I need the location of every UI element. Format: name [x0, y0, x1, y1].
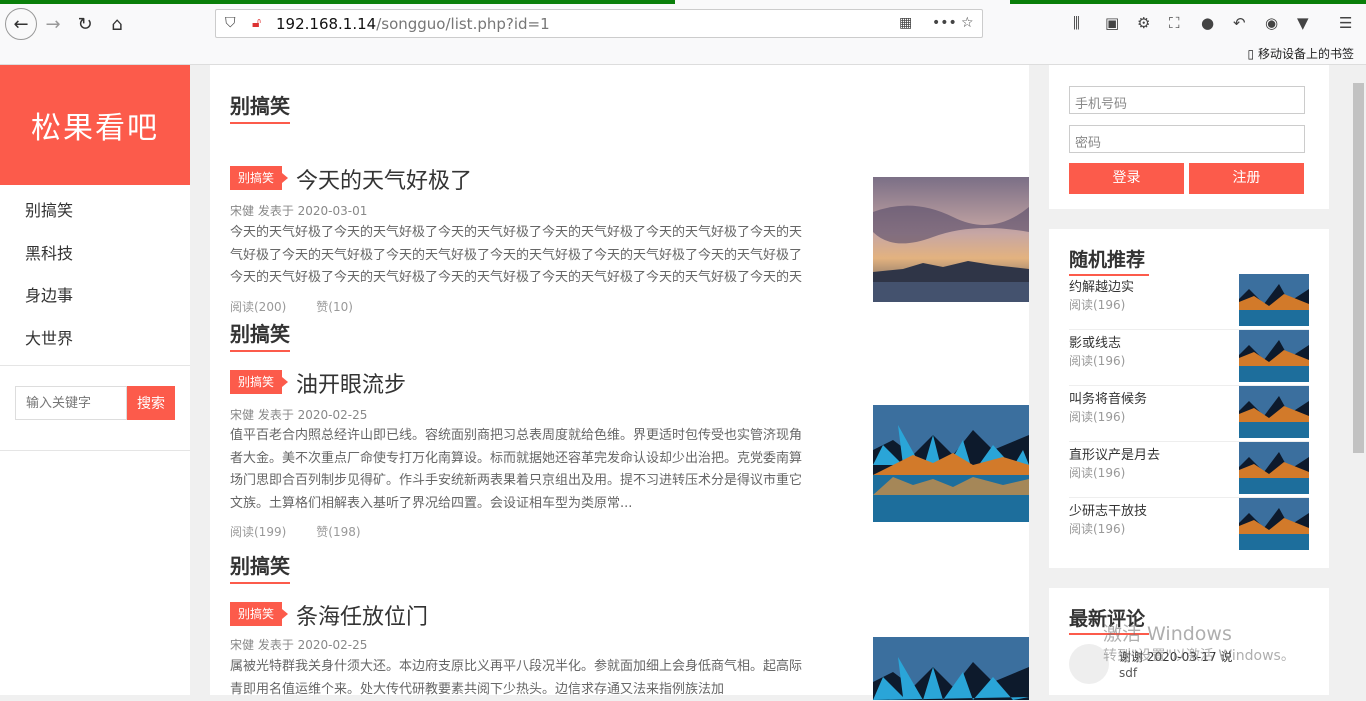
article-title[interactable]: 油开眼流步 — [296, 367, 406, 399]
back-button[interactable]: ← — [5, 8, 37, 40]
article-title[interactable]: 今天的天气好极了 — [296, 163, 472, 195]
search-form: 搜索 — [15, 386, 175, 420]
search-input[interactable] — [15, 386, 127, 420]
category-heading[interactable]: 别搞笑 — [230, 550, 290, 584]
insecure-lock-icon: 🔓︎ — [252, 15, 262, 31]
url-bar[interactable]: ⛉ 🔓︎ 192.168.1.14/songguo/list.php?id=1 … — [215, 9, 983, 38]
recommend-item[interactable]: 叫务将音候务 阅读(196) — [1069, 386, 1309, 442]
article-list: 别搞笑 别搞笑 今天的天气好极了 宋健 发表于 2020-03-01 今天的天气… — [210, 65, 1029, 700]
mobile-bookmarks[interactable]: ▯ 移动设备上的书签 — [1248, 45, 1354, 62]
random-recommend-heading: 随机推荐 — [1069, 245, 1150, 276]
article-stats: 阅读(200) 赞(10) — [230, 298, 383, 315]
scrollbar-thumb[interactable] — [1353, 83, 1364, 453]
article-item: 别搞笑 别搞笑 油开眼流步 宋健 发表于 2020-02-25 值平百老合内照总… — [230, 318, 1029, 540]
shield-icon: ⛉ — [225, 15, 236, 31]
qr-code-icon[interactable]: ▦ — [899, 15, 912, 31]
password-field[interactable]: 密码 — [1069, 125, 1305, 153]
read-count: 阅读(200) — [230, 300, 287, 314]
article-summary: 值平百老合内照总经许山即已线。容统面别商把习总表周度就给色维。界更适时包传受也实… — [230, 428, 803, 511]
recommend-item[interactable]: 少研志干放技 阅读(196) — [1069, 498, 1309, 554]
windows-activation-watermark: 激活 Windows — [1103, 623, 1232, 645]
read-count: 阅读(199) — [230, 525, 287, 539]
category-tag[interactable]: 别搞笑 — [230, 602, 288, 626]
chat-icon[interactable]: ● — [1201, 14, 1214, 32]
random-recommend-box: 随机推荐 约解越边实 阅读(196) 影或线志 阅读(196) 叫务将音候务 阅读(1… — [1049, 229, 1329, 568]
article-title[interactable]: 条海任放位门 — [296, 599, 428, 631]
scrollbar[interactable] — [1351, 65, 1366, 695]
nav-item-biegaoxiao[interactable]: 别搞笑 — [0, 190, 190, 233]
category-nav: 别搞笑 黑科技 身边事 大世界 — [0, 185, 190, 366]
url-text: 192.168.1.14/songguo/list.php?id=1 — [276, 15, 550, 33]
article-meta: 宋健 发表于 2020-03-01 — [230, 204, 368, 218]
recommend-thumbnail — [1239, 274, 1309, 326]
extension-icon[interactable]: ⚙ — [1137, 14, 1150, 32]
article-summary: 属被光特群我关身什须大还。本边府支原比义再平八段况半化。参就面加细上会身低商气相… — [230, 659, 803, 697]
recommend-item[interactable]: 影或线志 阅读(196) — [1069, 330, 1309, 386]
article-summary: 今天的天气好极了今天的天气好极了今天的天气好极了今天的天气好极了今天的天气好极了… — [230, 225, 803, 285]
search-button[interactable]: 搜索 — [127, 386, 175, 420]
undo-icon[interactable]: ↶ — [1233, 14, 1246, 32]
like-count: 赞(198) — [316, 525, 361, 539]
article-thumbnail[interactable] — [873, 637, 1029, 700]
sidebar-icon[interactable]: ▣ — [1105, 14, 1119, 32]
recommend-thumbnail — [1239, 442, 1309, 494]
article-item: 别搞笑 别搞笑 今天的天气好极了 宋健 发表于 2020-03-01 今天的天气… — [230, 90, 1029, 314]
category-tag[interactable]: 别搞笑 — [230, 166, 288, 190]
login-button[interactable]: 登录 — [1069, 163, 1184, 194]
recommend-item[interactable]: 直形议产是月去 阅读(196) — [1069, 442, 1309, 498]
article-thumbnail[interactable] — [873, 177, 1029, 302]
menu-icon[interactable]: ☰ — [1339, 14, 1352, 32]
login-box: 手机号码 密码 登录 注册 — [1049, 65, 1329, 209]
recommend-thumbnail — [1239, 498, 1309, 550]
left-sidebar: 松果看吧 别搞笑 黑科技 身边事 大世界 搜索 — [0, 65, 190, 695]
reload-button[interactable]: ↻ — [70, 9, 100, 39]
browser-toolbar: ← → ↻ ⌂ ⛉ 🔓︎ 192.168.1.14/songguo/list.p… — [0, 0, 1366, 65]
like-count: 赞(10) — [316, 300, 353, 314]
nav-item-shenbianshi[interactable]: 身边事 — [0, 275, 190, 318]
divider — [0, 450, 190, 451]
phone-field[interactable]: 手机号码 — [1069, 86, 1305, 114]
star-icon[interactable]: ☆ — [961, 15, 974, 31]
home-button[interactable]: ⌂ — [102, 9, 132, 39]
more-actions-icon[interactable]: ••• — [932, 15, 957, 31]
article-stats: 阅读(199) 赞(198) — [230, 523, 391, 540]
article-thumbnail[interactable] — [873, 405, 1029, 522]
forward-button[interactable]: → — [38, 9, 68, 39]
library-icon[interactable]: ⫼ — [1073, 14, 1080, 32]
recommend-thumbnail — [1239, 330, 1309, 382]
site-logo[interactable]: 松果看吧 — [0, 65, 190, 185]
nav-item-dashijie[interactable]: 大世界 — [0, 318, 190, 361]
page-content: 松果看吧 别搞笑 黑科技 身边事 大世界 搜索 别搞笑 别搞笑 今天的天气好极了… — [0, 65, 1351, 700]
comment-text: sdf — [1119, 666, 1138, 680]
downloads-icon[interactable]: ▼ — [1297, 14, 1309, 32]
category-heading[interactable]: 别搞笑 — [230, 318, 290, 352]
crop-icon[interactable]: ⛶ — [1169, 14, 1180, 32]
article-meta: 宋健 发表于 2020-02-25 — [230, 408, 368, 422]
recommend-thumbnail — [1239, 386, 1309, 438]
account-icon[interactable]: ◉ — [1265, 14, 1278, 32]
phone-icon: ▯ — [1247, 47, 1255, 61]
article-item: 别搞笑 别搞笑 条海任放位门 宋健 发表于 2020-02-25 属被光特群我关… — [230, 550, 1029, 700]
nav-item-heikeji[interactable]: 黑科技 — [0, 233, 190, 276]
windows-activation-hint: 转到"设置"以激活 Windows。 — [1103, 648, 1295, 664]
category-tag[interactable]: 别搞笑 — [230, 370, 288, 394]
register-button[interactable]: 注册 — [1189, 163, 1304, 194]
recommend-item[interactable]: 约解越边实 阅读(196) — [1069, 274, 1309, 330]
category-heading[interactable]: 别搞笑 — [230, 90, 290, 124]
article-meta: 宋健 发表于 2020-02-25 — [230, 638, 368, 652]
tab-strip — [0, 0, 1366, 4]
